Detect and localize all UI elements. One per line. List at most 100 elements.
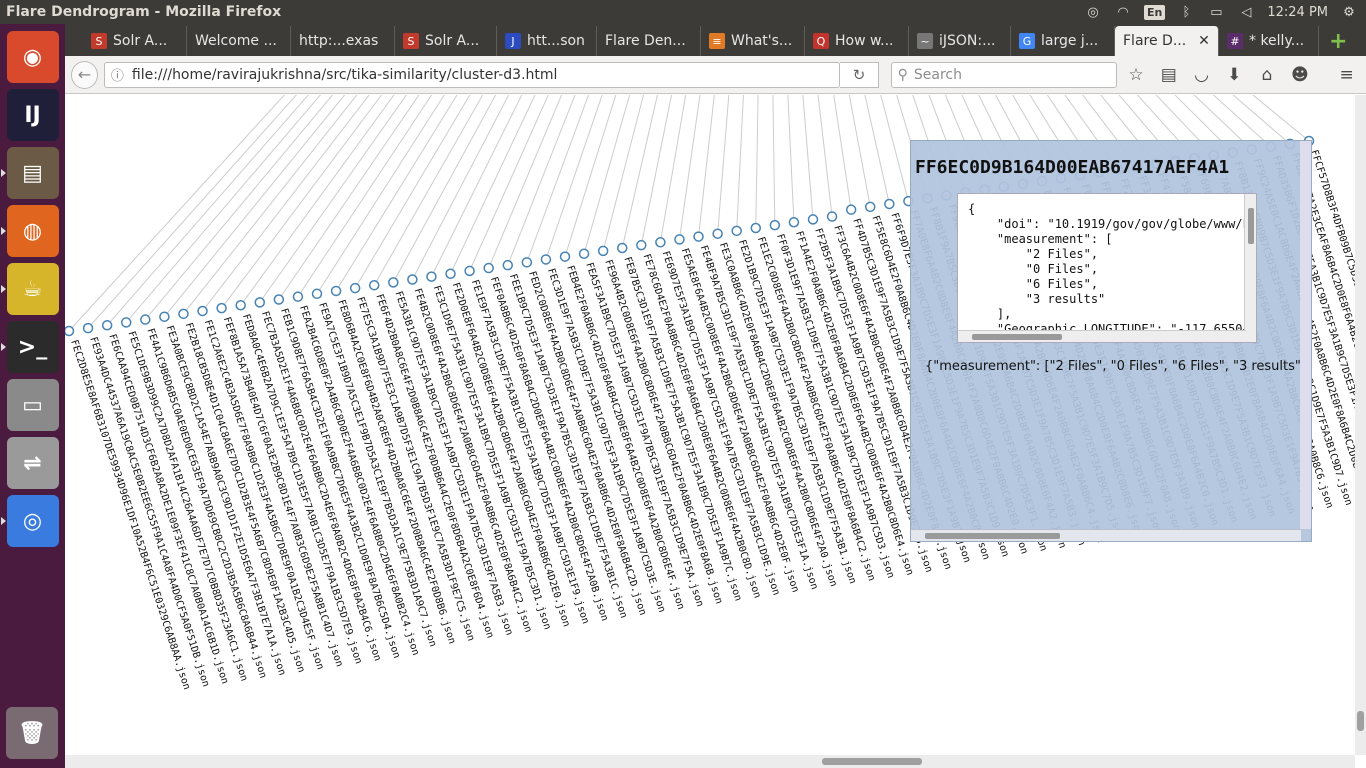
- keyboard-layout-indicator[interactable]: En: [1143, 4, 1166, 20]
- url-bar[interactable]: ⓘ file:///home/ravirajukrishna/src/tika-…: [103, 61, 841, 88]
- dendrogram-node[interactable]: [235, 299, 246, 311]
- dendrogram-node[interactable]: [788, 217, 800, 228]
- search-input[interactable]: ⚲ Search: [890, 61, 1117, 88]
- dendrogram-node[interactable]: [349, 282, 361, 294]
- json-horizontal-scroll-thumb[interactable]: [972, 334, 1062, 340]
- dendrogram-node[interactable]: [368, 279, 380, 291]
- dendrogram-node[interactable]: [731, 225, 742, 237]
- dendrogram-node[interactable]: [216, 302, 227, 314]
- panel-vertical-scrollbar[interactable]: [1300, 141, 1311, 529]
- json-vertical-scrollbar[interactable]: [1244, 194, 1256, 342]
- dendrogram-node[interactable]: [120, 317, 132, 328]
- node-detail-panel[interactable]: FF6EC0D9B164D00EAB67417AEF4A1 { "doi": "…: [910, 140, 1312, 542]
- teapot-icon[interactable]: ☕: [0, 263, 59, 315]
- chrome-tray-icon[interactable]: ◎: [1084, 4, 1102, 20]
- home-icon[interactable]: ⌂: [1254, 61, 1281, 89]
- dendrogram-node[interactable]: [426, 271, 437, 282]
- chrome-icon[interactable]: ◎: [0, 495, 59, 547]
- browser-tab[interactable]: Glarge j...: [1011, 26, 1115, 56]
- gear-icon[interactable]: ⚙: [1340, 4, 1358, 20]
- dendrogram-node[interactable]: [159, 311, 170, 322]
- clock[interactable]: 12:24 PM: [1267, 5, 1328, 20]
- dendrogram-node[interactable]: [464, 265, 475, 277]
- page-vertical-scrollbar[interactable]: [1355, 95, 1366, 755]
- dendrogram-node[interactable]: [769, 219, 781, 231]
- dendrogram-node[interactable]: [197, 305, 208, 317]
- dendrogram-node[interactable]: [254, 297, 266, 308]
- bluetooth-icon[interactable]: ᛒ: [1177, 4, 1195, 20]
- json-horizontal-scrollbar[interactable]: [958, 330, 1246, 342]
- browser-tab[interactable]: ≡ What's...: [701, 26, 805, 56]
- usb-drive-icon[interactable]: ⇌: [6, 437, 59, 489]
- trash-icon[interactable]: 🗑: [6, 707, 58, 759]
- dendrogram-node[interactable]: [388, 277, 399, 288]
- url-text[interactable]: file:///home/ravirajukrishna/src/tika-si…: [132, 67, 839, 83]
- dendrogram-node[interactable]: [845, 204, 857, 215]
- dendrogram-node[interactable]: [674, 234, 685, 245]
- intellij-icon[interactable]: IJ: [6, 89, 59, 141]
- page-horizontal-scrollbar[interactable]: [65, 755, 1355, 768]
- dendrogram-node[interactable]: [636, 239, 647, 251]
- dendrogram-node[interactable]: [101, 320, 113, 331]
- dendrogram-node[interactable]: [502, 259, 514, 271]
- dendrogram-node[interactable]: [750, 222, 762, 234]
- downloads-icon[interactable]: ⬇: [1221, 61, 1248, 89]
- dendrogram-node[interactable]: [864, 201, 876, 213]
- dendrogram-node[interactable]: [273, 294, 285, 305]
- browser-tab[interactable]: Q How w...: [805, 26, 909, 56]
- dendrogram-node[interactable]: [559, 251, 571, 262]
- panel-horizontal-scroll-thumb[interactable]: [925, 533, 1060, 539]
- new-tab-button[interactable]: +: [1319, 26, 1357, 56]
- browser-tab[interactable]: ~ iJSON:...: [909, 26, 1011, 56]
- firefox-icon[interactable]: ◍: [0, 205, 59, 257]
- dendrogram-node[interactable]: [693, 231, 704, 242]
- dendrogram-node[interactable]: [807, 214, 819, 225]
- page-vertical-scroll-thumb[interactable]: [1357, 711, 1364, 731]
- info-icon[interactable]: ⓘ: [111, 65, 124, 84]
- chat-icon[interactable]: ☻: [1286, 61, 1313, 89]
- json-vertical-scroll-thumb[interactable]: [1248, 208, 1254, 244]
- dendrogram-node[interactable]: [884, 198, 895, 210]
- close-tab-icon[interactable]: ✕: [1198, 33, 1210, 49]
- dendrogram-node[interactable]: [65, 325, 75, 337]
- browser-tab[interactable]: Jhtt...son: [497, 26, 597, 56]
- reload-button[interactable]: ↻: [840, 61, 879, 88]
- dendrogram-node[interactable]: [597, 245, 609, 257]
- browser-tab[interactable]: S Solr A...: [83, 26, 187, 56]
- back-button[interactable]: ←: [71, 60, 98, 89]
- reading-list-icon[interactable]: ▤: [1155, 61, 1182, 89]
- hamburger-menu-icon[interactable]: ≡: [1333, 61, 1360, 89]
- dendrogram-node[interactable]: [540, 254, 552, 265]
- pocket-icon[interactable]: ◡: [1188, 61, 1215, 89]
- browser-tab[interactable]: Welcome ...: [187, 26, 291, 56]
- dendrogram-node[interactable]: [483, 262, 494, 274]
- browser-tab[interactable]: Flare Den...: [597, 26, 701, 56]
- dendrogram-node[interactable]: [578, 248, 590, 259]
- bookmark-star-icon[interactable]: ☆: [1123, 61, 1150, 89]
- dendrogram-node[interactable]: [140, 314, 151, 325]
- dendrogram-node[interactable]: [616, 242, 628, 254]
- dendrogram-node[interactable]: [521, 257, 533, 268]
- volume-muted-icon[interactable]: ◁: [1237, 4, 1255, 20]
- dendrogram-node[interactable]: [292, 291, 304, 302]
- dendrogram-node[interactable]: [82, 322, 94, 334]
- dendrogram-node[interactable]: [655, 237, 666, 248]
- dendrogram-node[interactable]: [330, 285, 342, 297]
- dendrogram-node[interactable]: [712, 228, 723, 239]
- file-manager-icon[interactable]: ▤: [0, 147, 59, 199]
- dendrogram-node[interactable]: [445, 268, 456, 280]
- dendrogram-node[interactable]: [826, 211, 838, 222]
- terminal-icon[interactable]: >_: [0, 321, 59, 373]
- json-viewer[interactable]: { "doi": "10.1919/gov/gov/globe/www/FF "…: [957, 193, 1257, 343]
- browser-tab[interactable]: http:...exas: [291, 26, 395, 56]
- page-horizontal-scroll-thumb[interactable]: [822, 758, 922, 765]
- browser-tab[interactable]: Flare D... ✕: [1115, 26, 1219, 56]
- battery-icon[interactable]: ▭: [1207, 4, 1225, 20]
- browser-tab[interactable]: # * kelly...: [1219, 26, 1319, 56]
- disk-icon[interactable]: ▭: [6, 379, 59, 431]
- dendrogram-node[interactable]: [407, 274, 418, 285]
- panel-horizontal-scrollbar[interactable]: [911, 529, 1301, 541]
- browser-tab[interactable]: S Solr A...: [395, 26, 497, 56]
- dendrogram-node[interactable]: [178, 308, 189, 320]
- ubuntu-dash-icon[interactable]: ◉: [6, 31, 59, 83]
